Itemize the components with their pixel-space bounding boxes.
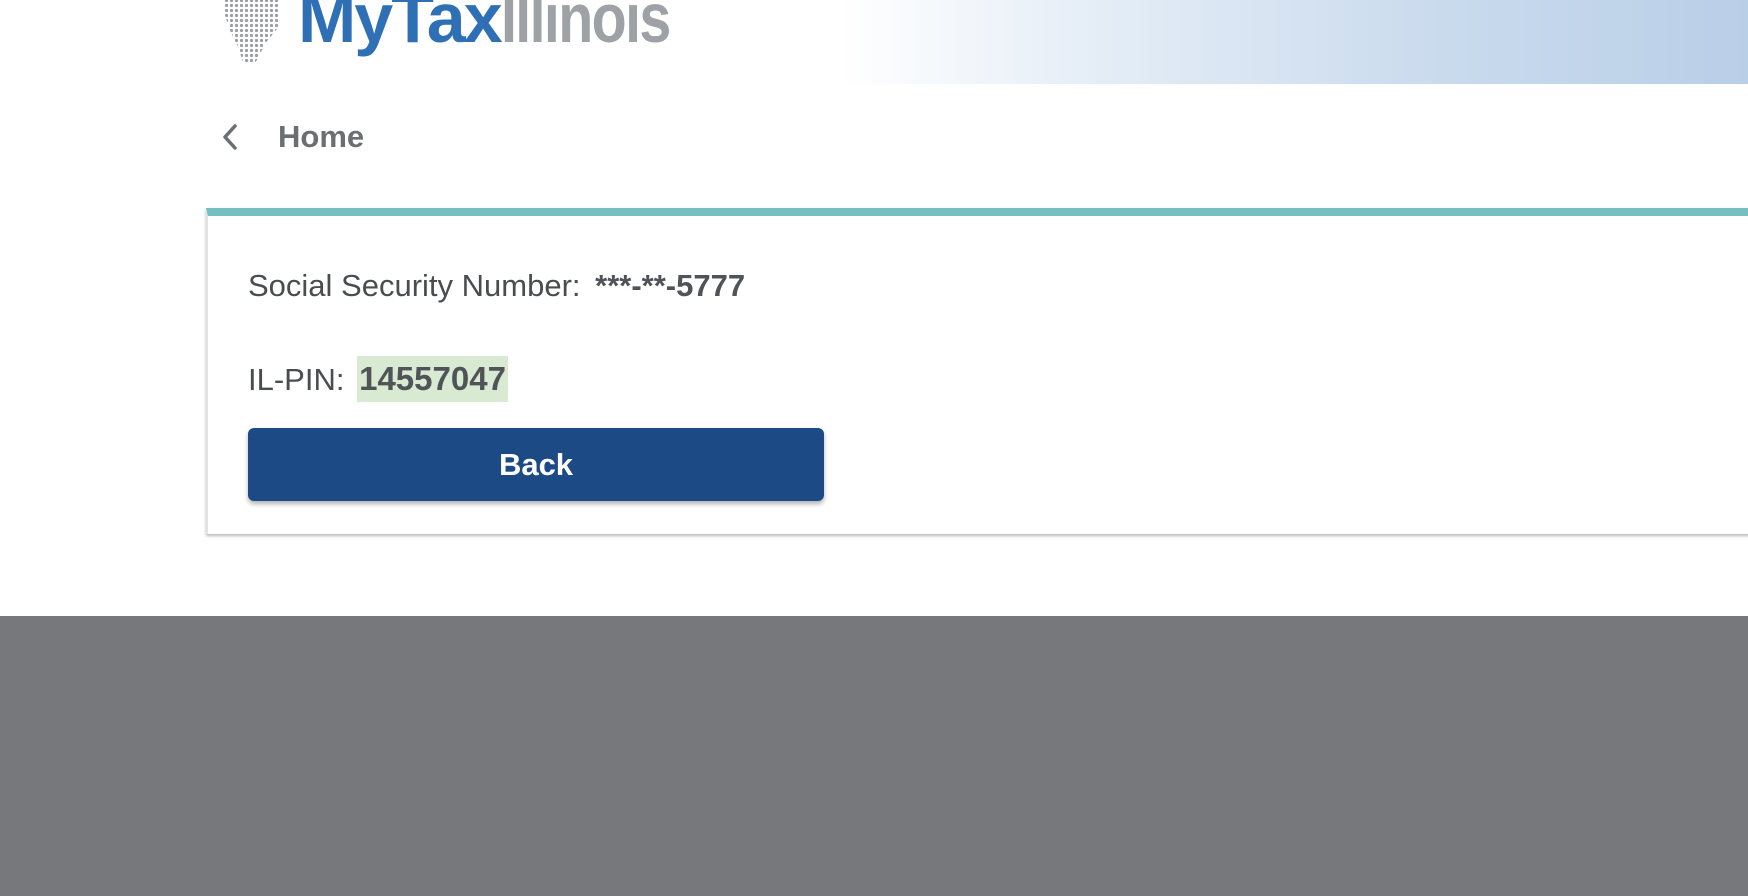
logo-text-illinois: Illinois	[500, 0, 671, 57]
breadcrumb-label[interactable]: Home	[278, 119, 364, 155]
ssn-label: Social Security Number:	[248, 268, 581, 303]
breadcrumb-home-link[interactable]: Home	[218, 115, 364, 159]
header: MyTaxIllinois	[0, 0, 1748, 84]
back-button[interactable]: Back	[248, 428, 824, 501]
logo-text: MyTaxIllinois	[298, 0, 706, 58]
mytax-illinois-logo[interactable]: MyTaxIllinois	[214, 0, 706, 68]
ssn-value: ***-**-5777	[595, 268, 746, 303]
footer	[0, 616, 1748, 896]
pin-label: IL-PIN:	[248, 362, 345, 397]
chevron-left-icon	[218, 124, 242, 150]
pin-info-card: Social Security Number: ***-**-5777 IL-P…	[206, 208, 1748, 534]
pin-row: IL-PIN: 14557047	[248, 356, 508, 402]
illinois-map-icon	[214, 0, 292, 68]
logo-text-mytax: MyTax	[298, 0, 503, 57]
ssn-row: Social Security Number: ***-**-5777	[248, 268, 745, 304]
pin-value[interactable]: 14557047	[357, 356, 508, 402]
page: MyTaxIllinois Home Social Security Numbe…	[0, 0, 1748, 896]
